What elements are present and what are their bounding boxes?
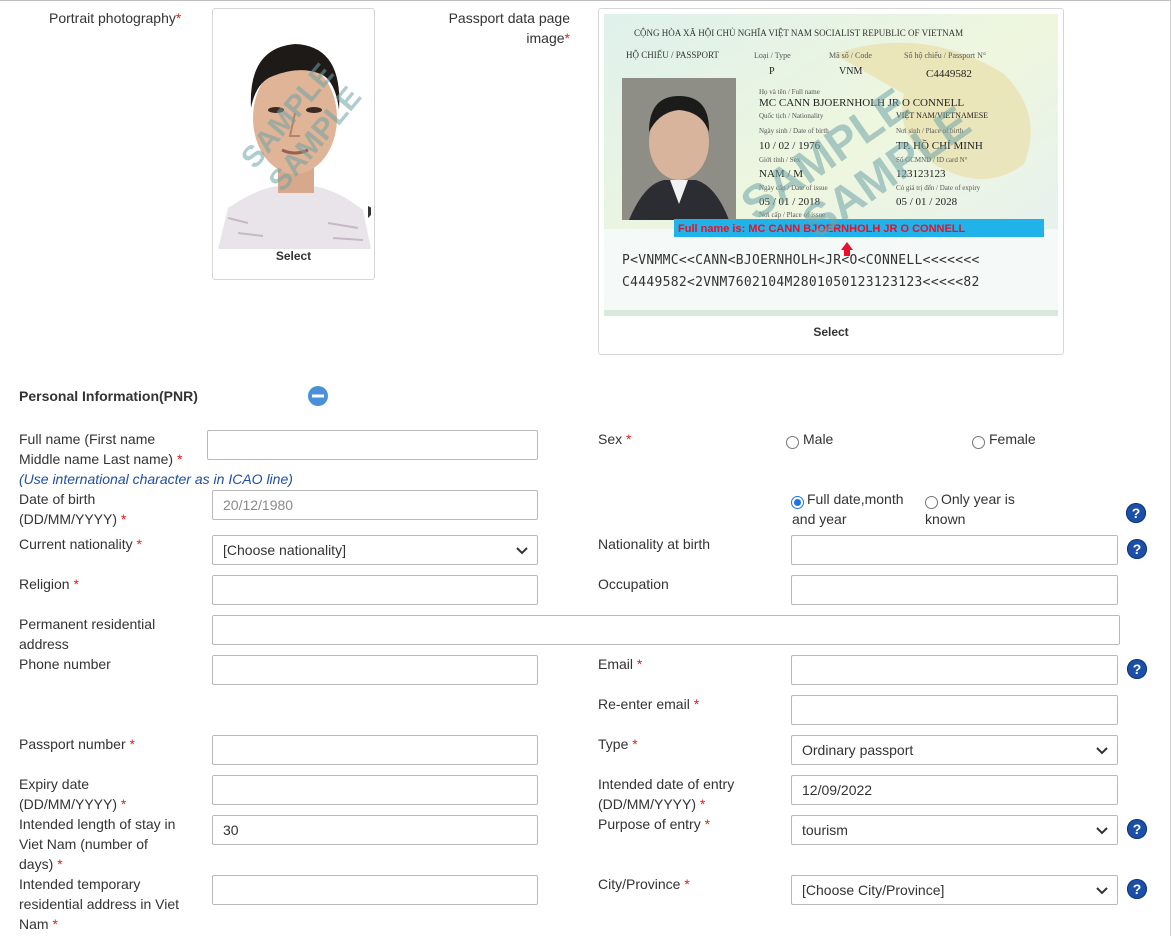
sex-female-radio[interactable] bbox=[972, 436, 985, 449]
reemail-label: Re-enter email * bbox=[598, 696, 700, 712]
religion-input[interactable] bbox=[212, 575, 538, 605]
passport-number-input[interactable] bbox=[212, 735, 538, 765]
svg-text:Quốc tịch / Nationality: Quốc tịch / Nationality bbox=[759, 112, 824, 120]
svg-text:CỘNG HÒA XÃ HỘI CHỦ NGHĨA VIỆT: CỘNG HÒA XÃ HỘI CHỦ NGHĨA VIỆT NAM SOCIA… bbox=[634, 28, 963, 38]
svg-text:Mã số / Code: Mã số / Code bbox=[829, 51, 872, 60]
portrait-photo[interactable]: SAMPLE SAMPLE bbox=[218, 18, 371, 249]
svg-text:Loại / Type: Loại / Type bbox=[754, 51, 791, 60]
svg-text:VNM: VNM bbox=[839, 66, 862, 77]
dob-year-only-label[interactable]: Only year is known bbox=[925, 489, 1015, 529]
sex-male-label[interactable]: Male bbox=[803, 429, 833, 449]
entry-date-label: Intended date of entry (DD/MM/YYYY) * bbox=[598, 776, 735, 812]
email-help-icon[interactable]: ? bbox=[1127, 659, 1147, 679]
svg-text:05 / 01 / 2028: 05 / 01 / 2028 bbox=[896, 196, 958, 208]
svg-text:HỘ CHIẾU / PASSPORT: HỘ CHIẾU / PASSPORT bbox=[626, 50, 719, 60]
collapse-icon[interactable] bbox=[307, 385, 329, 407]
email-input[interactable] bbox=[791, 655, 1118, 685]
dob-input[interactable] bbox=[212, 490, 538, 520]
chevron-down-icon bbox=[1096, 827, 1108, 835]
stay-length-label: Intended length of stay in Viet Nam (num… bbox=[19, 816, 176, 872]
sex-label: Sex * bbox=[598, 431, 632, 447]
chevron-down-icon bbox=[1096, 747, 1108, 755]
passport-image-label: Passport data page image* bbox=[448, 10, 570, 46]
expiry-label: Expiry date (DD/MM/YYYY) * bbox=[19, 776, 127, 812]
temp-address-label: Intended temporary residential address i… bbox=[19, 876, 180, 932]
sex-male-radio[interactable] bbox=[786, 436, 799, 449]
portrait-card[interactable]: SAMPLE SAMPLE Select bbox=[212, 8, 375, 280]
passport-type-select[interactable]: Ordinary passport bbox=[791, 735, 1118, 765]
portrait-label: Portrait photography* bbox=[49, 10, 182, 26]
svg-text:Số hộ chiếu / Passport N°: Số hộ chiếu / Passport N° bbox=[904, 51, 986, 60]
address-input[interactable] bbox=[212, 615, 1120, 645]
nationality-birth-label: Nationality at birth bbox=[598, 536, 711, 552]
city-label: City/Province * bbox=[598, 876, 690, 892]
city-help-icon[interactable]: ? bbox=[1127, 879, 1147, 899]
religion-label: Religion * bbox=[19, 576, 79, 592]
reemail-input[interactable] bbox=[791, 695, 1118, 725]
purpose-help-icon[interactable]: ? bbox=[1127, 819, 1147, 839]
purpose-select[interactable]: tourism bbox=[791, 815, 1118, 845]
address-label: Permanent residential address bbox=[19, 616, 156, 652]
top-border bbox=[0, 0, 1171, 1]
stay-length-input[interactable] bbox=[212, 815, 538, 845]
occupation-label: Occupation bbox=[598, 576, 669, 592]
chevron-down-icon bbox=[1096, 887, 1108, 895]
nationality-label: Current nationality * bbox=[19, 536, 142, 552]
svg-text:Họ và tên / Full name: Họ và tên / Full name bbox=[759, 88, 820, 96]
passport-number-label: Passport number * bbox=[19, 736, 135, 752]
nationality-select[interactable]: [Choose nationality] bbox=[212, 535, 538, 565]
chevron-down-icon bbox=[516, 547, 528, 555]
passport-image[interactable]: CỘNG HÒA XÃ HỘI CHỦ NGHĨA VIỆT NAM SOCIA… bbox=[604, 14, 1058, 316]
dob-full-date-label[interactable]: Full date,month and year bbox=[792, 489, 904, 529]
icao-note: (Use international character as in ICAO … bbox=[19, 471, 293, 487]
city-select[interactable]: [Choose City/Province] bbox=[791, 875, 1118, 905]
phone-label: Phone number bbox=[19, 656, 111, 672]
nationality-birth-help-icon[interactable]: ? bbox=[1127, 539, 1147, 559]
svg-text:P: P bbox=[769, 66, 775, 77]
fullname-label: Full name (First name Middle name Last n… bbox=[19, 431, 183, 467]
expiry-input[interactable] bbox=[212, 775, 538, 805]
dob-help-icon[interactable]: ? bbox=[1126, 503, 1146, 523]
svg-text:C4449582<2VNM7602104M280105012: C4449582<2VNM7602104M2801050123123123<<<… bbox=[622, 275, 980, 290]
temp-address-input[interactable] bbox=[212, 875, 538, 905]
fullname-input[interactable] bbox=[207, 430, 538, 460]
svg-text:C4449582: C4449582 bbox=[926, 68, 972, 80]
occupation-input[interactable] bbox=[791, 575, 1118, 605]
svg-text:P<VNMMC<<CANN<BJOERNHOLH<JR<O<: P<VNMMC<<CANN<BJOERNHOLH<JR<O<CONNELL<<<… bbox=[622, 253, 980, 268]
sex-female-label[interactable]: Female bbox=[989, 429, 1036, 449]
passport-card[interactable]: CỘNG HÒA XÃ HỘI CHỦ NGHĨA VIỆT NAM SOCIA… bbox=[598, 8, 1064, 355]
entry-date-input[interactable] bbox=[791, 775, 1118, 805]
portrait-select-button[interactable]: Select bbox=[213, 249, 374, 263]
purpose-label: Purpose of entry * bbox=[598, 816, 711, 832]
nationality-birth-input[interactable] bbox=[791, 535, 1118, 565]
passport-select-button[interactable]: Select bbox=[599, 325, 1063, 339]
dob-label: Date of birth (DD/MM/YYYY) * bbox=[19, 491, 127, 527]
section-title: Personal Information(PNR) bbox=[19, 388, 198, 404]
passport-type-label: Type * bbox=[598, 736, 638, 752]
phone-input[interactable] bbox=[212, 655, 538, 685]
email-label: Email * bbox=[598, 656, 643, 672]
